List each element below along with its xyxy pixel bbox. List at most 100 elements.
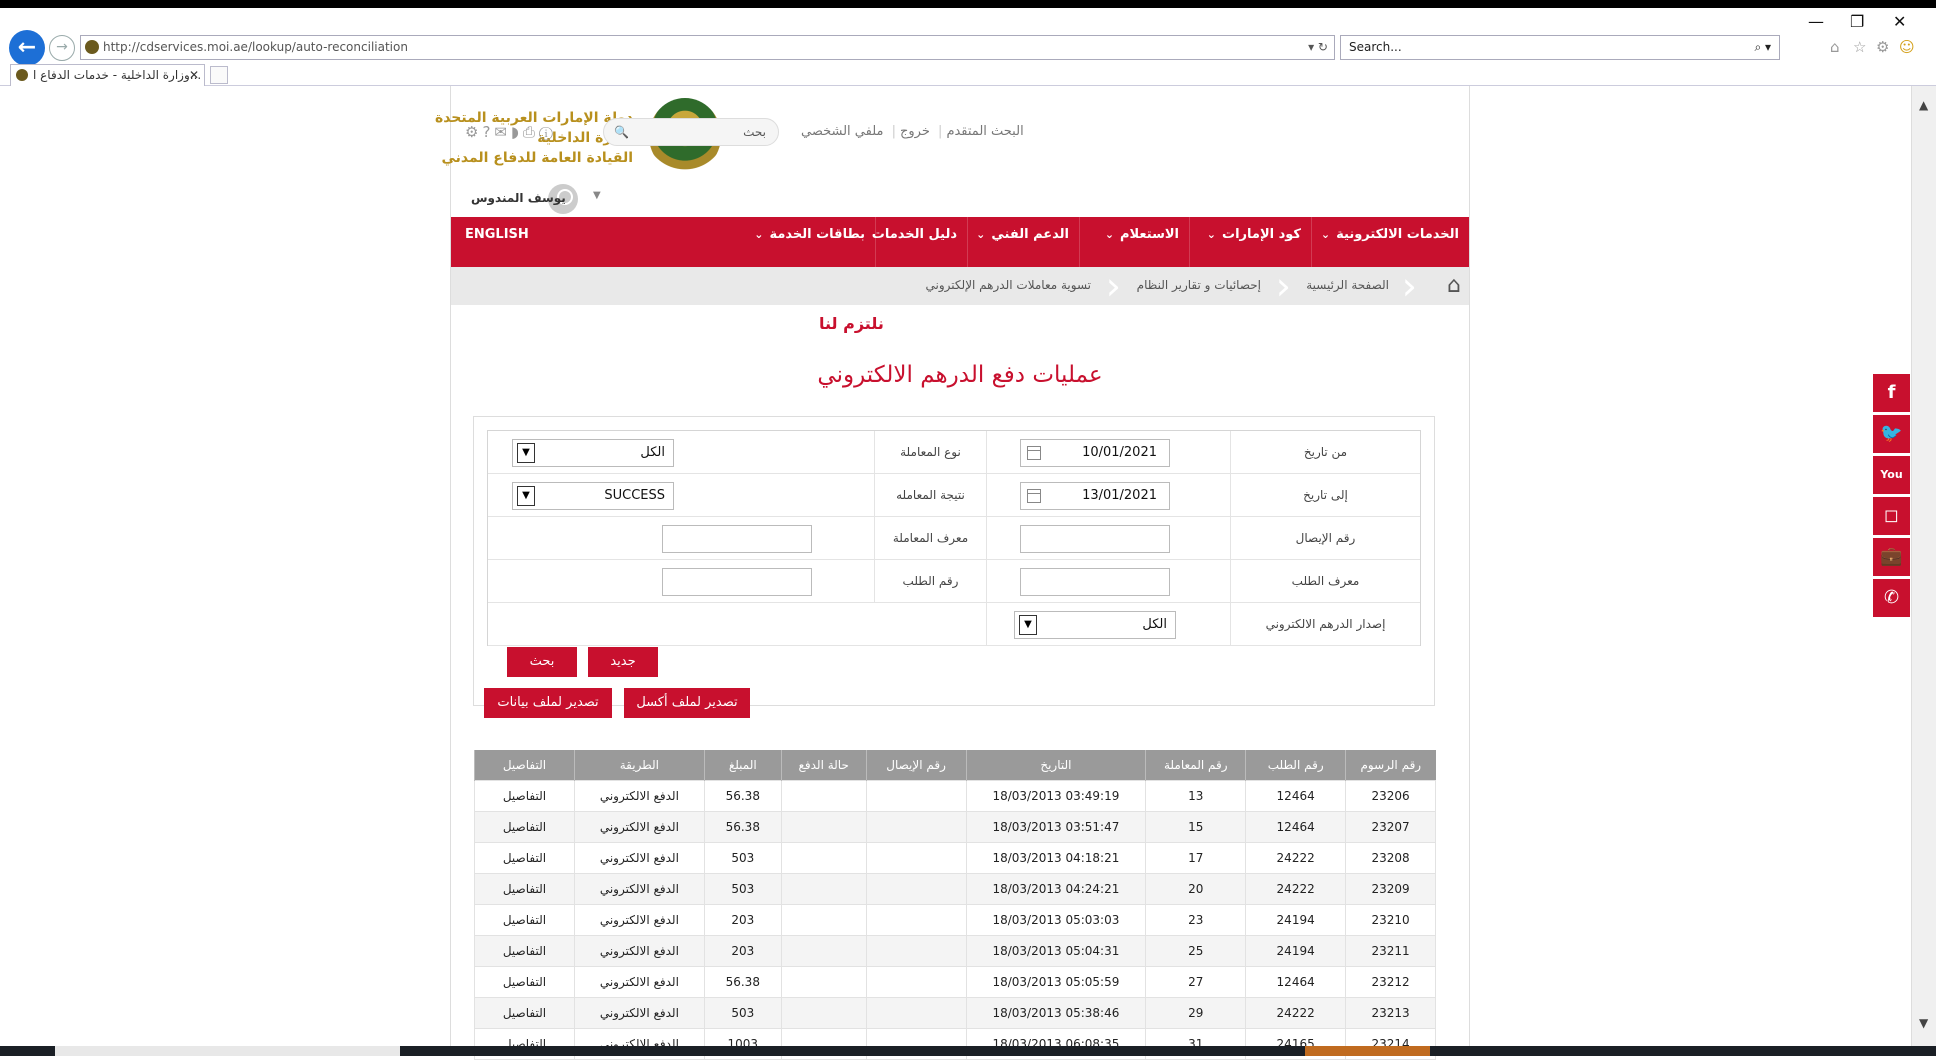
nav-item-emirates-code[interactable]: كود الإمارات⌄ [1189,217,1311,267]
table-cell: 23210 [1345,903,1436,936]
settings-gear-icon[interactable]: ⚙ [1876,38,1889,56]
table-cell: 23207 [1345,810,1436,843]
table-cell: 23209 [1345,872,1436,905]
info-icon[interactable]: ⓘ [539,123,557,141]
favorites-star-icon[interactable]: ☆ [1853,38,1866,56]
twitter-icon[interactable]: 🐦 [1873,415,1910,453]
details-link[interactable]: التفاصيل [474,934,575,967]
smiley-icon[interactable]: ☺ [1899,38,1915,56]
details-link[interactable]: التفاصيل [474,996,575,1029]
utility-bar: ⚙?✉◗⎙ⓘ بحث 🔍 البحث المتقدم| خروج| ملفي ا… [465,118,1045,148]
forward-button[interactable]: → [49,35,75,61]
browser-tab[interactable]: وزارة الداخلية - خدمات الدفاع ا... ✕ [10,64,205,86]
search-icon[interactable]: ⌕ ▾ [1754,36,1771,59]
minimize-button[interactable]: — [1808,12,1824,31]
col-fee-no[interactable]: رقم الرسوم [1345,750,1436,780]
nav-item-eservices[interactable]: الخدمات الالكترونية⌄ [1311,217,1469,267]
details-link[interactable]: التفاصيل [474,810,575,843]
form-row: معرف الطلب رقم الطلب [488,560,1420,603]
receipt-no-input[interactable] [1020,525,1170,553]
scroll-down-icon[interactable]: ▼ [1919,1016,1928,1030]
facebook-icon[interactable]: f [1873,374,1910,412]
table-cell: الدفع الالكتروني [573,903,705,936]
col-details[interactable]: التفاصيل [474,750,575,780]
breadcrumb: ⌂ ‹ الصفحة الرئيسية ‹ إحصائيات و تقارير … [451,267,1469,305]
request-no-input[interactable] [662,568,812,596]
help-icon[interactable]: ? [482,123,494,141]
briefcase-icon[interactable]: 💼 [1873,538,1910,576]
nav-item-services-guide[interactable]: دليل الخدمات [872,217,967,267]
details-link[interactable]: التفاصيل [474,841,575,874]
slogan: نلتزم لنا [819,314,884,333]
col-payment-status[interactable]: حالة الدفع [780,750,867,780]
from-date-input[interactable]: 10/01/2021 [1020,439,1170,467]
restore-button[interactable]: ❐ [1850,12,1864,31]
nav-item-service-cards[interactable]: بطاقات الخدمة⌄ [745,217,875,267]
chevron-down-icon[interactable]: ▼ [593,190,601,201]
rss-icon[interactable]: ◗ [511,123,523,141]
settings-icon[interactable]: ⚙ [465,123,482,141]
details-link[interactable]: التفاصيل [474,872,575,905]
logout-link[interactable]: خروج [896,124,934,139]
search-icon[interactable]: 🔍 [614,119,629,145]
table-body: 23206 12464 13 18/03/2013 03:49:19 56.38 الدف… [474,779,1436,1060]
profile-link[interactable]: ملفي الشخصي [797,124,887,139]
chevron-down-icon[interactable]: ▼ [1019,615,1037,635]
txn-type-cell: الكل ▼ [488,431,874,474]
col-method[interactable]: الطريقة [573,750,705,780]
chevron-down-icon[interactable]: ▼ [517,486,535,506]
scroll-up-icon[interactable]: ▲ [1919,98,1928,112]
chevron-down-icon: ⌄ [1104,228,1115,241]
vertical-scrollbar[interactable]: ▲ ▼ [1911,86,1936,1046]
col-date[interactable]: التاريخ [965,750,1146,780]
txn-id-input[interactable] [662,525,812,553]
browser-search-input[interactable]: Search... ⌕ ▾ [1340,35,1780,60]
breadcrumb-home[interactable]: الصفحة الرئيسية [1306,278,1389,292]
export-excel-button[interactable]: تصدير لملف أكسل [624,688,750,718]
txn-type-select[interactable]: الكل ▼ [512,439,674,467]
col-request-no[interactable]: رقم الطلب [1245,750,1346,780]
site-search-input[interactable]: بحث 🔍 [603,118,779,146]
table-cell: 12464 [1245,810,1347,843]
youtube-icon[interactable]: You [1873,456,1910,494]
breadcrumb-separator: ‹ [1401,264,1417,308]
edirham-issue-select[interactable]: الكل ▼ [1014,611,1176,639]
home-icon[interactable]: ⌂ [1447,273,1461,298]
nav-item-tech-support[interactable]: الدعم الفني⌄ [967,217,1079,267]
table-row: 23207 12464 15 18/03/2013 03:51:47 56.38 الدف… [474,810,1436,843]
new-button[interactable]: جديد [588,647,658,677]
details-link[interactable]: التفاصيل [474,903,575,936]
details-link[interactable]: التفاصيل [474,965,575,998]
txn-result-select[interactable]: SUCCESS ▼ [512,482,674,510]
table-cell: 12464 [1245,965,1347,998]
chevron-down-icon[interactable]: ▼ [517,443,535,463]
utility-icons[interactable]: ⚙?✉◗⎙ⓘ [465,123,557,141]
calendar-icon[interactable] [1027,489,1041,503]
tab-close-icon[interactable]: ✕ [189,65,199,85]
new-tab-button[interactable] [210,66,228,84]
search-button[interactable]: بحث [507,647,577,677]
col-amount[interactable]: المبلغ [703,750,782,780]
instagram-icon[interactable]: ◻ [1873,497,1910,535]
refresh-icon[interactable]: ▾ ↻ [1308,36,1328,59]
email-icon[interactable]: ✉ [494,123,511,141]
table-cell: 24222 [1245,872,1347,905]
close-window-button[interactable]: ✕ [1893,12,1906,31]
user-menu[interactable]: يوسف المندوس ▼ [451,184,611,214]
calendar-icon[interactable] [1027,446,1041,460]
advanced-search-link[interactable]: البحث المتقدم [942,124,1027,139]
to-date-input[interactable]: 13/01/2021 [1020,482,1170,510]
col-receipt-no[interactable]: رقم الإيصال [865,750,967,780]
address-bar[interactable]: http://cdservices.moi.ae/lookup/auto-rec… [80,35,1335,60]
col-txn-no[interactable]: رقم المعاملة [1145,750,1246,780]
home-icon[interactable]: ⌂ [1830,38,1840,56]
nav-item-inquiry[interactable]: الاستعلام⌄ [1079,217,1189,267]
details-link[interactable]: التفاصيل [474,779,575,812]
phone-icon[interactable]: ✆ [1873,579,1910,617]
request-id-input[interactable] [1020,568,1170,596]
export-data-button[interactable]: تصدير لملف بيانات [484,688,612,718]
language-switch[interactable]: ENGLISH [465,217,529,253]
breadcrumb-reports[interactable]: إحصائيات و تقارير النظام [1137,278,1261,292]
print-icon[interactable]: ⎙ [523,123,539,141]
back-button[interactable]: ← [9,30,45,66]
